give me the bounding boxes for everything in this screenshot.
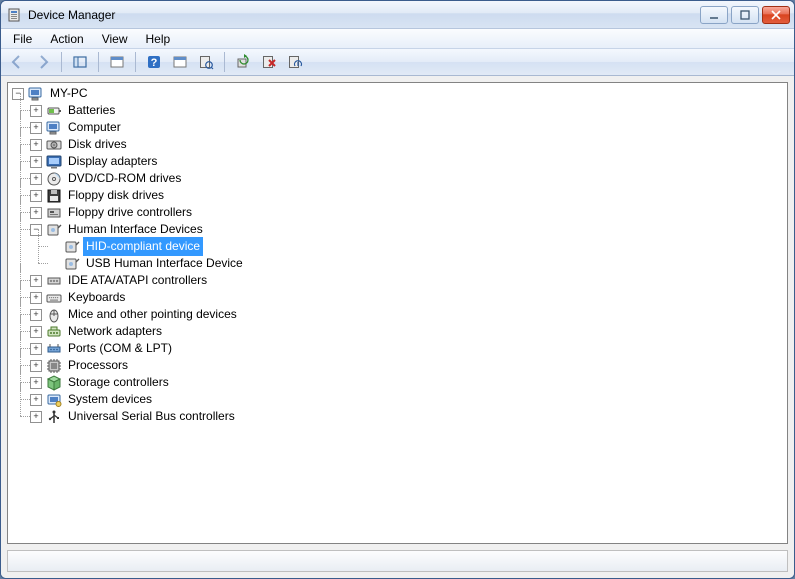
uninstall-button[interactable] (257, 51, 281, 73)
computer-icon (28, 86, 44, 102)
scan-hardware-button[interactable] (194, 51, 218, 73)
category-batteries[interactable]: + Batteries (30, 102, 787, 119)
no-expander (48, 258, 60, 270)
app-icon (7, 7, 23, 23)
category-usb-controllers[interactable]: + Universal Serial Bus controllers (30, 408, 787, 425)
category-keyboards[interactable]: + Keyboards (30, 289, 787, 306)
category-system-devices[interactable]: + System devices (30, 391, 787, 408)
menu-view[interactable]: View (94, 30, 136, 48)
expand-icon[interactable]: + (30, 343, 42, 355)
toolbar-separator (224, 52, 225, 72)
menubar: File Action View Help (1, 29, 794, 49)
toolbar-separator (98, 52, 99, 72)
category-computer[interactable]: + Computer (30, 119, 787, 136)
back-button[interactable] (5, 51, 29, 73)
forward-button[interactable] (31, 51, 55, 73)
category-storage-controllers[interactable]: + Storage controllers (30, 374, 787, 391)
category-mice[interactable]: + Mice and other pointing devices (30, 306, 787, 323)
category-hid[interactable]: − Human Interface Devices (30, 221, 787, 238)
help-button[interactable] (142, 51, 166, 73)
dvd-icon (46, 171, 62, 187)
maximize-button[interactable] (731, 6, 759, 24)
category-display-adapters[interactable]: + Display adapters (30, 153, 787, 170)
ide-icon (46, 273, 62, 289)
category-label[interactable]: Universal Serial Bus controllers (65, 407, 238, 426)
category-network[interactable]: + Network adapters (30, 323, 787, 340)
cpu-icon (46, 358, 62, 374)
computer-icon (46, 120, 62, 136)
toolbar-separator (61, 52, 62, 72)
battery-icon (46, 103, 62, 119)
hid-icon (64, 256, 80, 272)
show-hide-tree-button[interactable] (68, 51, 92, 73)
floppy-controller-icon (46, 205, 62, 221)
hid-icon (64, 239, 80, 255)
statusbar (7, 550, 788, 572)
titlebar[interactable]: Device Manager (1, 1, 794, 29)
usb-icon (46, 409, 62, 425)
expand-icon[interactable]: + (30, 411, 42, 423)
content-area: − MY-PC + Batteries + Comput (1, 76, 794, 578)
port-icon (46, 341, 62, 357)
expand-icon[interactable]: + (30, 156, 42, 168)
expand-icon[interactable]: + (30, 207, 42, 219)
category-disk-drives[interactable]: + Disk drives (30, 136, 787, 153)
expand-icon[interactable]: + (30, 394, 42, 406)
expand-icon[interactable]: + (30, 275, 42, 287)
expand-icon[interactable]: + (30, 139, 42, 151)
menu-action[interactable]: Action (42, 30, 91, 48)
device-usb-hid[interactable]: USB Human Interface Device (48, 255, 787, 272)
network-icon (46, 324, 62, 340)
expand-icon[interactable]: + (30, 122, 42, 134)
toolbar (1, 49, 794, 76)
properties-button[interactable] (105, 51, 129, 73)
expand-icon[interactable]: + (30, 326, 42, 338)
window-title: Device Manager (28, 8, 700, 22)
menu-file[interactable]: File (5, 30, 40, 48)
expand-icon[interactable]: + (30, 309, 42, 321)
collapse-icon[interactable]: − (30, 224, 42, 236)
mouse-icon (46, 307, 62, 323)
no-expander (48, 241, 60, 253)
expand-icon[interactable]: + (30, 173, 42, 185)
category-ide[interactable]: + IDE ATA/ATAPI controllers (30, 272, 787, 289)
category-processors[interactable]: + Processors (30, 357, 787, 374)
minimize-button[interactable] (700, 6, 728, 24)
tree-root[interactable]: − MY-PC (12, 85, 787, 102)
expand-icon[interactable]: + (30, 105, 42, 117)
category-floppy-disk-drives[interactable]: + Floppy disk drives (30, 187, 787, 204)
category-ports[interactable]: + Ports (COM & LPT) (30, 340, 787, 357)
device-hid-compliant[interactable]: HID-compliant device (48, 238, 787, 255)
expand-icon[interactable]: + (30, 190, 42, 202)
toolbar-separator (135, 52, 136, 72)
hid-icon (46, 222, 62, 238)
update-driver-button[interactable] (231, 51, 255, 73)
floppy-icon (46, 188, 62, 204)
expand-icon[interactable]: + (30, 377, 42, 389)
category-floppy-controllers[interactable]: + Floppy drive controllers (30, 204, 787, 221)
close-button[interactable] (762, 6, 790, 24)
disk-icon (46, 137, 62, 153)
action-properties-button[interactable] (168, 51, 192, 73)
expand-icon[interactable]: + (30, 360, 42, 372)
storage-icon (46, 375, 62, 391)
device-tree[interactable]: − MY-PC + Batteries + Comput (7, 82, 788, 544)
disable-button[interactable] (283, 51, 307, 73)
display-icon (46, 154, 62, 170)
device-manager-window: Device Manager File Action View Help (0, 0, 795, 579)
expand-icon[interactable]: + (30, 292, 42, 304)
collapse-icon[interactable]: − (12, 88, 24, 100)
category-dvd[interactable]: + DVD/CD-ROM drives (30, 170, 787, 187)
menu-help[interactable]: Help (138, 30, 179, 48)
keyboard-icon (46, 290, 62, 306)
system-icon (46, 392, 62, 408)
